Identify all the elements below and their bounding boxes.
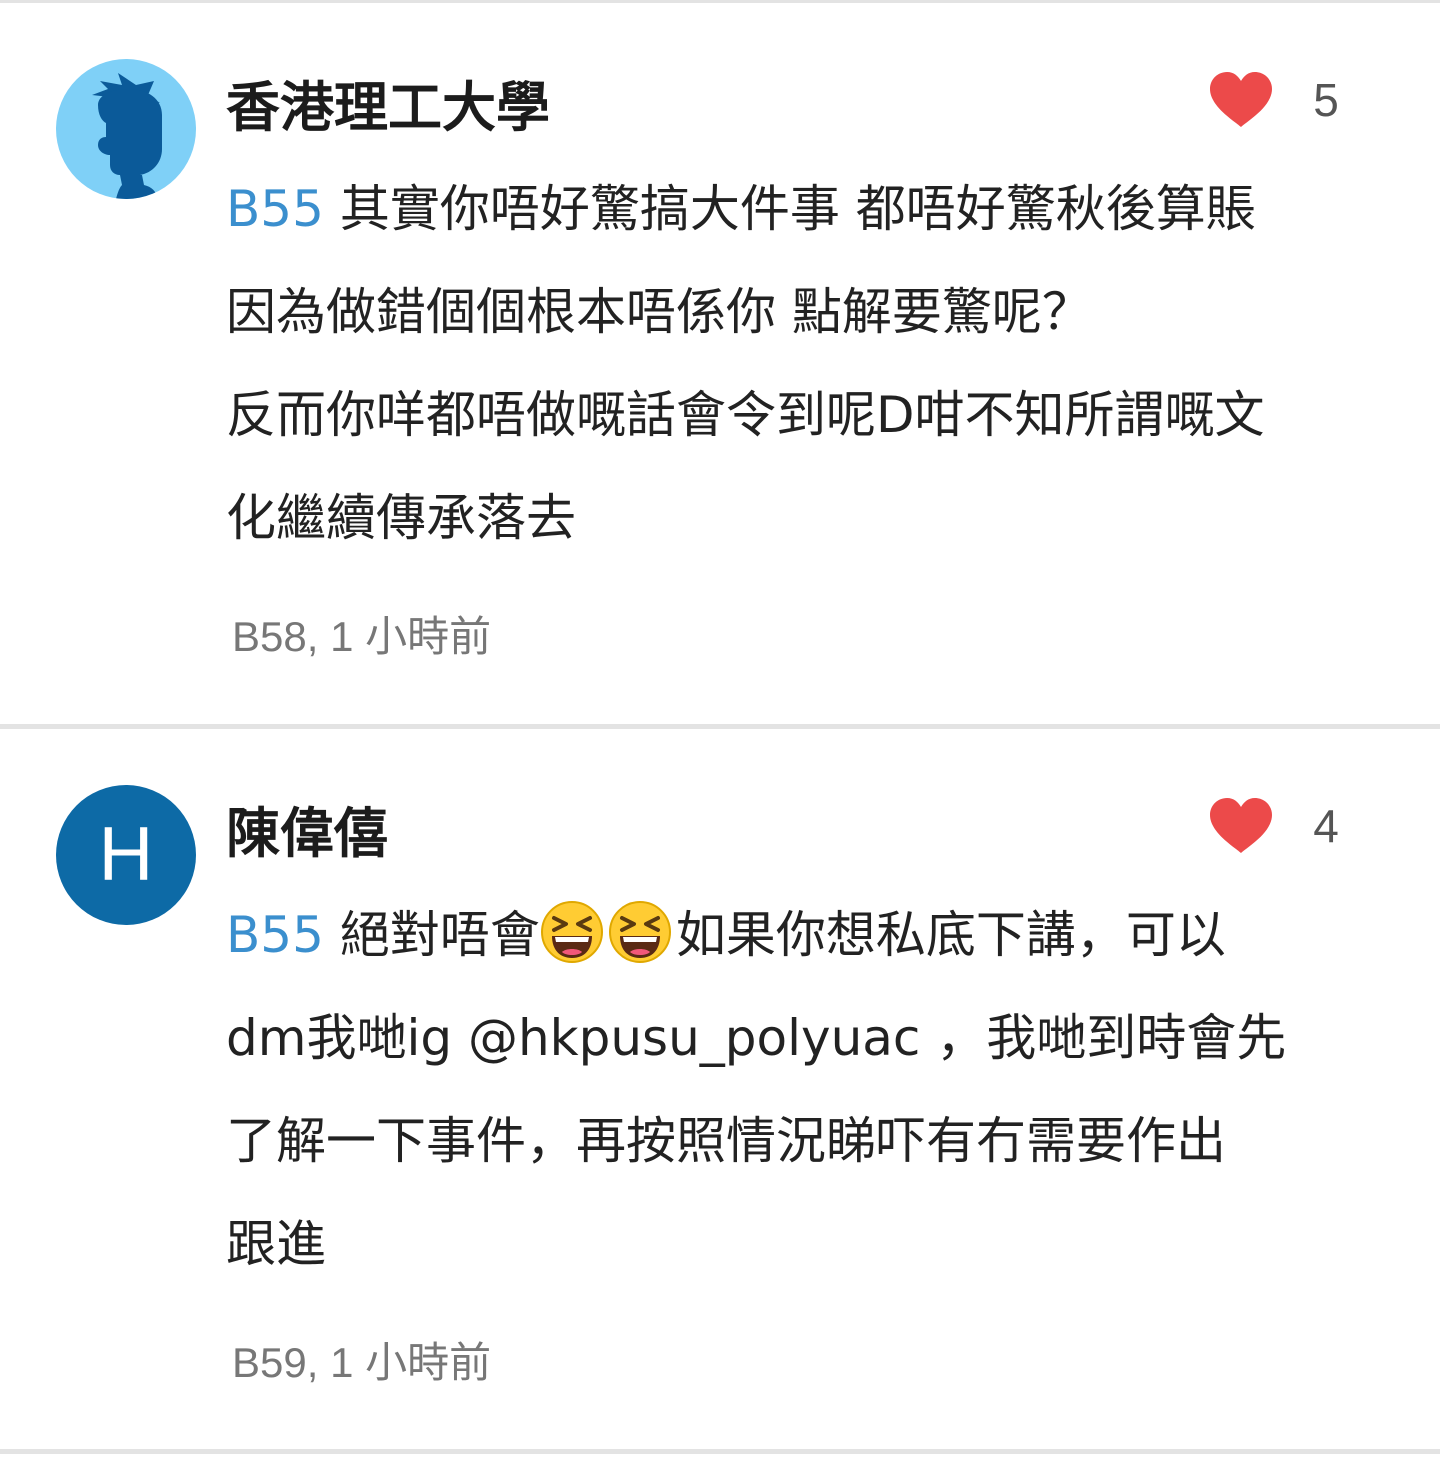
grinning-squinting-face-emoji-icon [608, 901, 671, 963]
avatar[interactable] [56, 59, 196, 199]
comment-item: H 陳偉僖 4 B55 絕對唔會 如果你想私底下講，可以 dm我哋ig @hkp… [0, 729, 1440, 1449]
reply-reference-link[interactable]: B55 [226, 180, 324, 238]
comment-text: 絕對唔會 [323, 906, 540, 964]
comment-line: 反而你咩都唔做嘅話會令到呢D咁不知所謂嘅文 [226, 386, 1265, 444]
comment-line: dm我哋ig @hkpusu_polyuac ，我哋到時會先 [226, 1009, 1287, 1067]
avatar-letter: H [98, 812, 154, 897]
like-count: 4 [1313, 800, 1339, 852]
username[interactable]: 陳偉僖 [226, 799, 388, 869]
comment-line: B55 絕對唔會 如果你想私底下講，可以 [226, 884, 1416, 987]
avatar[interactable]: H [56, 785, 196, 925]
username[interactable]: 香港理工大學 [226, 73, 550, 143]
like-count: 5 [1313, 74, 1339, 126]
comment-meta: B59, 1 小時前 [232, 1339, 492, 1386]
comment-item: 香港理工大學 5 B55 其實你唔好驚搞大件事 都唔好驚秋後算賬 因為做錯個個根… [0, 3, 1440, 724]
comment-line: B55 其實你唔好驚搞大件事 都唔好驚秋後算賬 [226, 158, 1416, 261]
comment-line: 了解一下事件，再按照情況睇吓有冇需要作出 [226, 1112, 1226, 1170]
comment-line: 化繼續傳承落去 [226, 489, 576, 547]
reply-reference-link[interactable]: B55 [226, 906, 324, 964]
comment-line: 跟進 [226, 1215, 326, 1273]
comment-line: 因為做錯個個根本唔係你 點解要驚呢？ [226, 283, 1092, 341]
comment-body: B55 絕對唔會 如果你想私底下講，可以 dm我哋ig @hkpusu_poly… [226, 884, 1416, 1296]
default-user-silhouette-icon [92, 73, 162, 199]
comment-text: 其實你唔好驚搞大件事 都唔好驚秋後算賬 [323, 180, 1256, 238]
grinning-squinting-face-emoji-icon [540, 901, 603, 963]
heart-icon [1210, 798, 1272, 853]
like-button[interactable] [1206, 795, 1276, 857]
comment-divider [0, 1449, 1440, 1454]
comment-meta: B58, 1 小時前 [232, 613, 492, 660]
like-button[interactable] [1206, 69, 1276, 131]
heart-icon [1210, 72, 1272, 127]
comment-text: 如果你想私底下講，可以 [675, 906, 1226, 964]
comment-body: B55 其實你唔好驚搞大件事 都唔好驚秋後算賬 因為做錯個個根本唔係你 點解要驚… [226, 158, 1416, 570]
